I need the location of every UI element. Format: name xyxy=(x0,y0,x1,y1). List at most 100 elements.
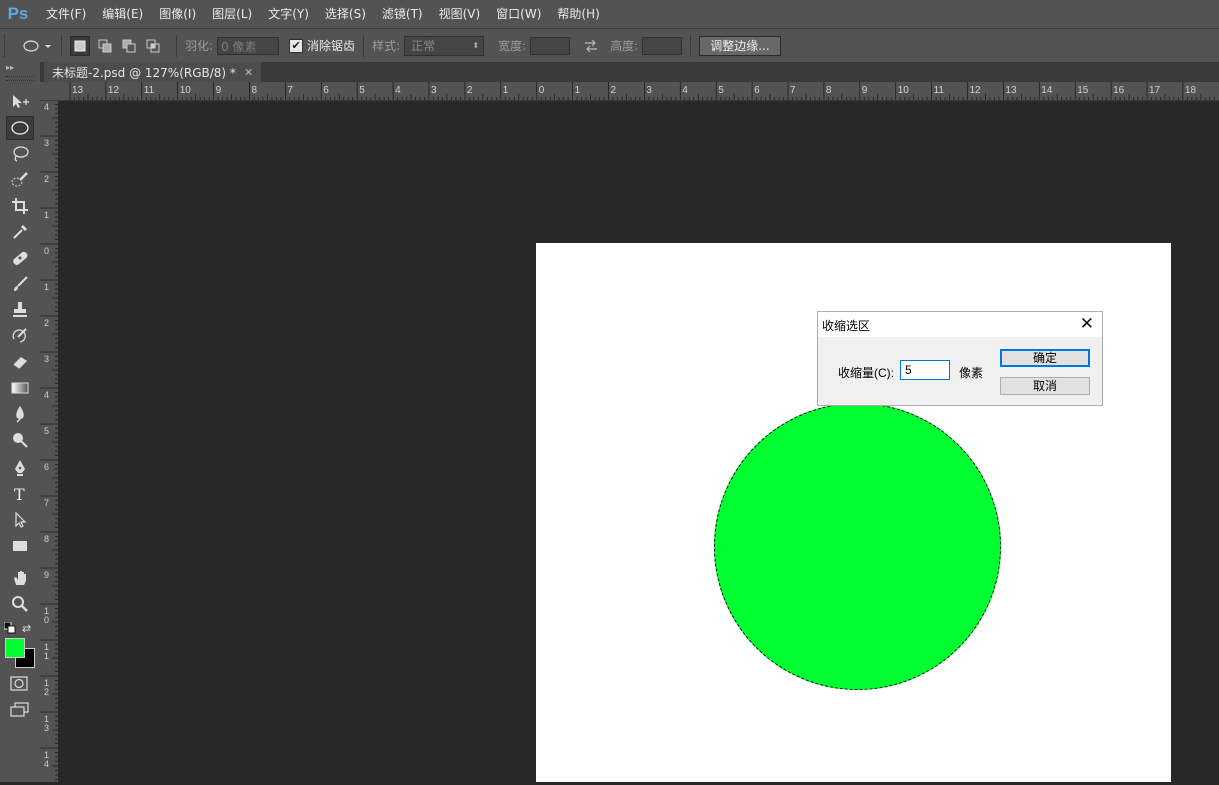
dialog-title-bar[interactable]: 收缩选区 ✕ xyxy=(818,312,1102,337)
close-icon[interactable]: ✕ xyxy=(1080,315,1094,333)
intersect-selection-button[interactable] xyxy=(144,37,162,55)
contract-selection-dialog: 收缩选区 ✕ 收缩量(C): 5 像素 确定 取消 xyxy=(817,311,1103,406)
ruler-label: 4 xyxy=(44,102,49,112)
dodge-tool[interactable] xyxy=(6,428,34,452)
ruler-label: 13 xyxy=(1005,85,1017,96)
antialias-checkbox[interactable]: ✔ xyxy=(289,38,304,53)
eraser-tool[interactable] xyxy=(6,350,34,374)
ruler-label: 11 xyxy=(934,85,945,96)
menu-item-9[interactable]: 帮助(H) xyxy=(549,0,607,28)
style-select[interactable]: 正常 ⬍ xyxy=(404,35,485,56)
intersect-selection-icon xyxy=(146,39,160,52)
options-grip[interactable] xyxy=(4,34,15,57)
ruler-label: 7 xyxy=(287,85,293,96)
healing-brush-tool[interactable] xyxy=(6,246,34,270)
height-input[interactable] xyxy=(642,36,683,55)
chevron-down-icon xyxy=(45,44,51,48)
history-brush-icon xyxy=(12,328,27,343)
ruler-label: 1 xyxy=(44,210,49,220)
ruler-label: 1 xyxy=(44,651,49,661)
path-selection-tool[interactable] xyxy=(6,508,34,532)
ruler-label: 12 xyxy=(970,85,982,96)
hand-tool[interactable] xyxy=(6,566,34,590)
pen-tool[interactable] xyxy=(6,456,34,480)
type-tool[interactable]: T xyxy=(6,482,34,506)
document-tab[interactable]: 未标题-2.psd @ 127%(RGB/8) * ✕ xyxy=(44,62,262,83)
default-colors-icon[interactable] xyxy=(3,621,16,634)
menu-item-0[interactable]: 文件(F) xyxy=(38,0,94,28)
ruler-label: 7 xyxy=(44,498,49,508)
ruler-label: 10 xyxy=(180,85,192,96)
zoom-tool[interactable] xyxy=(6,592,34,616)
separator xyxy=(363,34,365,57)
ruler-label: 4 xyxy=(682,85,688,96)
width-label: 宽度: xyxy=(498,39,527,53)
ruler-label: 3 xyxy=(431,85,437,96)
ruler-label: 3 xyxy=(646,85,652,96)
menu-item-3[interactable]: 图层(L) xyxy=(204,0,260,28)
ruler-label: 2 xyxy=(467,85,473,96)
ruler-label: 4 xyxy=(44,759,49,769)
eyedropper-tool[interactable] xyxy=(6,220,34,244)
menu-item-4[interactable]: 文字(Y) xyxy=(260,0,317,28)
horizontal-ruler[interactable]: 13 12 11 10 9 8 7 6 5 4 3 2 1 0 1 2 3 4 5 6 7 8 9 10 11 12 13 14 15 1… xyxy=(58,82,1219,101)
menu-item-7[interactable]: 视图(V) xyxy=(431,0,489,28)
new-selection-button[interactable] xyxy=(70,35,90,56)
ruler-label: 5 xyxy=(359,85,365,96)
document-tab-strip: 未标题-2.psd @ 127%(RGB/8) * ✕ xyxy=(40,62,1219,83)
ruler-label: 1 xyxy=(503,85,509,96)
contract-amount-input[interactable]: 5 xyxy=(900,360,950,380)
gradient-tool[interactable] xyxy=(6,376,34,400)
blur-tool[interactable] xyxy=(6,402,34,426)
vertical-ruler[interactable]: 432101234567891011121314 xyxy=(40,99,59,782)
ruler-label: 4 xyxy=(44,390,49,400)
lasso-tool[interactable] xyxy=(6,142,34,166)
clone-stamp-tool[interactable] xyxy=(6,298,34,322)
ruler-origin[interactable] xyxy=(40,82,59,101)
quick-mask-button[interactable] xyxy=(10,676,28,695)
menu-item-8[interactable]: 窗口(W) xyxy=(488,0,549,28)
menu-item-5[interactable]: 选择(S) xyxy=(317,0,374,28)
arrow-pointer-icon xyxy=(15,511,27,528)
menu-item-2[interactable]: 图像(I) xyxy=(151,0,204,28)
pen-icon xyxy=(15,460,25,476)
swap-colors-icon[interactable]: ⇄ xyxy=(22,622,31,635)
ruler-label: 9 xyxy=(44,570,49,580)
subtract-from-selection-button[interactable] xyxy=(120,37,138,55)
blur-icon xyxy=(16,406,24,423)
add-to-selection-button[interactable] xyxy=(96,37,114,55)
eraser-icon xyxy=(12,357,27,370)
unit-label: 像素 xyxy=(959,366,984,380)
width-input[interactable] xyxy=(530,36,571,55)
separator xyxy=(690,34,692,57)
crop-tool[interactable] xyxy=(6,194,34,218)
panel-collapse-icon[interactable]: ▸▸ xyxy=(6,63,14,72)
canvas-workspace[interactable] xyxy=(58,101,1219,782)
quick-selection-tool[interactable] xyxy=(6,168,34,192)
ruler-label: 9 xyxy=(862,85,868,96)
menu-item-1[interactable]: 编辑(E) xyxy=(94,0,151,28)
tool-preset-picker[interactable] xyxy=(21,38,53,54)
history-brush-tool[interactable] xyxy=(6,324,34,348)
ok-button[interactable]: 确定 xyxy=(1000,349,1090,367)
style-value: 正常 xyxy=(411,38,436,53)
swap-arrows-icon[interactable] xyxy=(582,39,600,53)
brush-tool[interactable] xyxy=(6,272,34,296)
feather-input[interactable]: 0 像素 xyxy=(217,36,280,55)
menu-item-6[interactable]: 滤镜(T) xyxy=(374,0,431,28)
ruler-label: 13 xyxy=(72,85,84,96)
cancel-button[interactable]: 取消 xyxy=(1000,377,1090,395)
move-tool[interactable] xyxy=(6,90,34,114)
feather-label: 羽化: xyxy=(185,39,214,53)
tools-panel: ▸▸ T ⇄ xyxy=(0,62,41,782)
screen-mode-button[interactable] xyxy=(10,702,30,721)
close-tab-icon[interactable]: ✕ xyxy=(244,63,253,83)
elliptical-marquee-tool[interactable] xyxy=(6,116,34,140)
ruler-label: 6 xyxy=(323,85,329,96)
rectangle-tool[interactable] xyxy=(6,534,34,558)
foreground-color-swatch[interactable] xyxy=(5,638,25,658)
refine-edge-button[interactable]: 调整边缘... xyxy=(699,35,781,56)
separator xyxy=(61,34,62,57)
panel-grip[interactable] xyxy=(6,76,34,81)
ruler-label: 3 xyxy=(44,138,49,148)
